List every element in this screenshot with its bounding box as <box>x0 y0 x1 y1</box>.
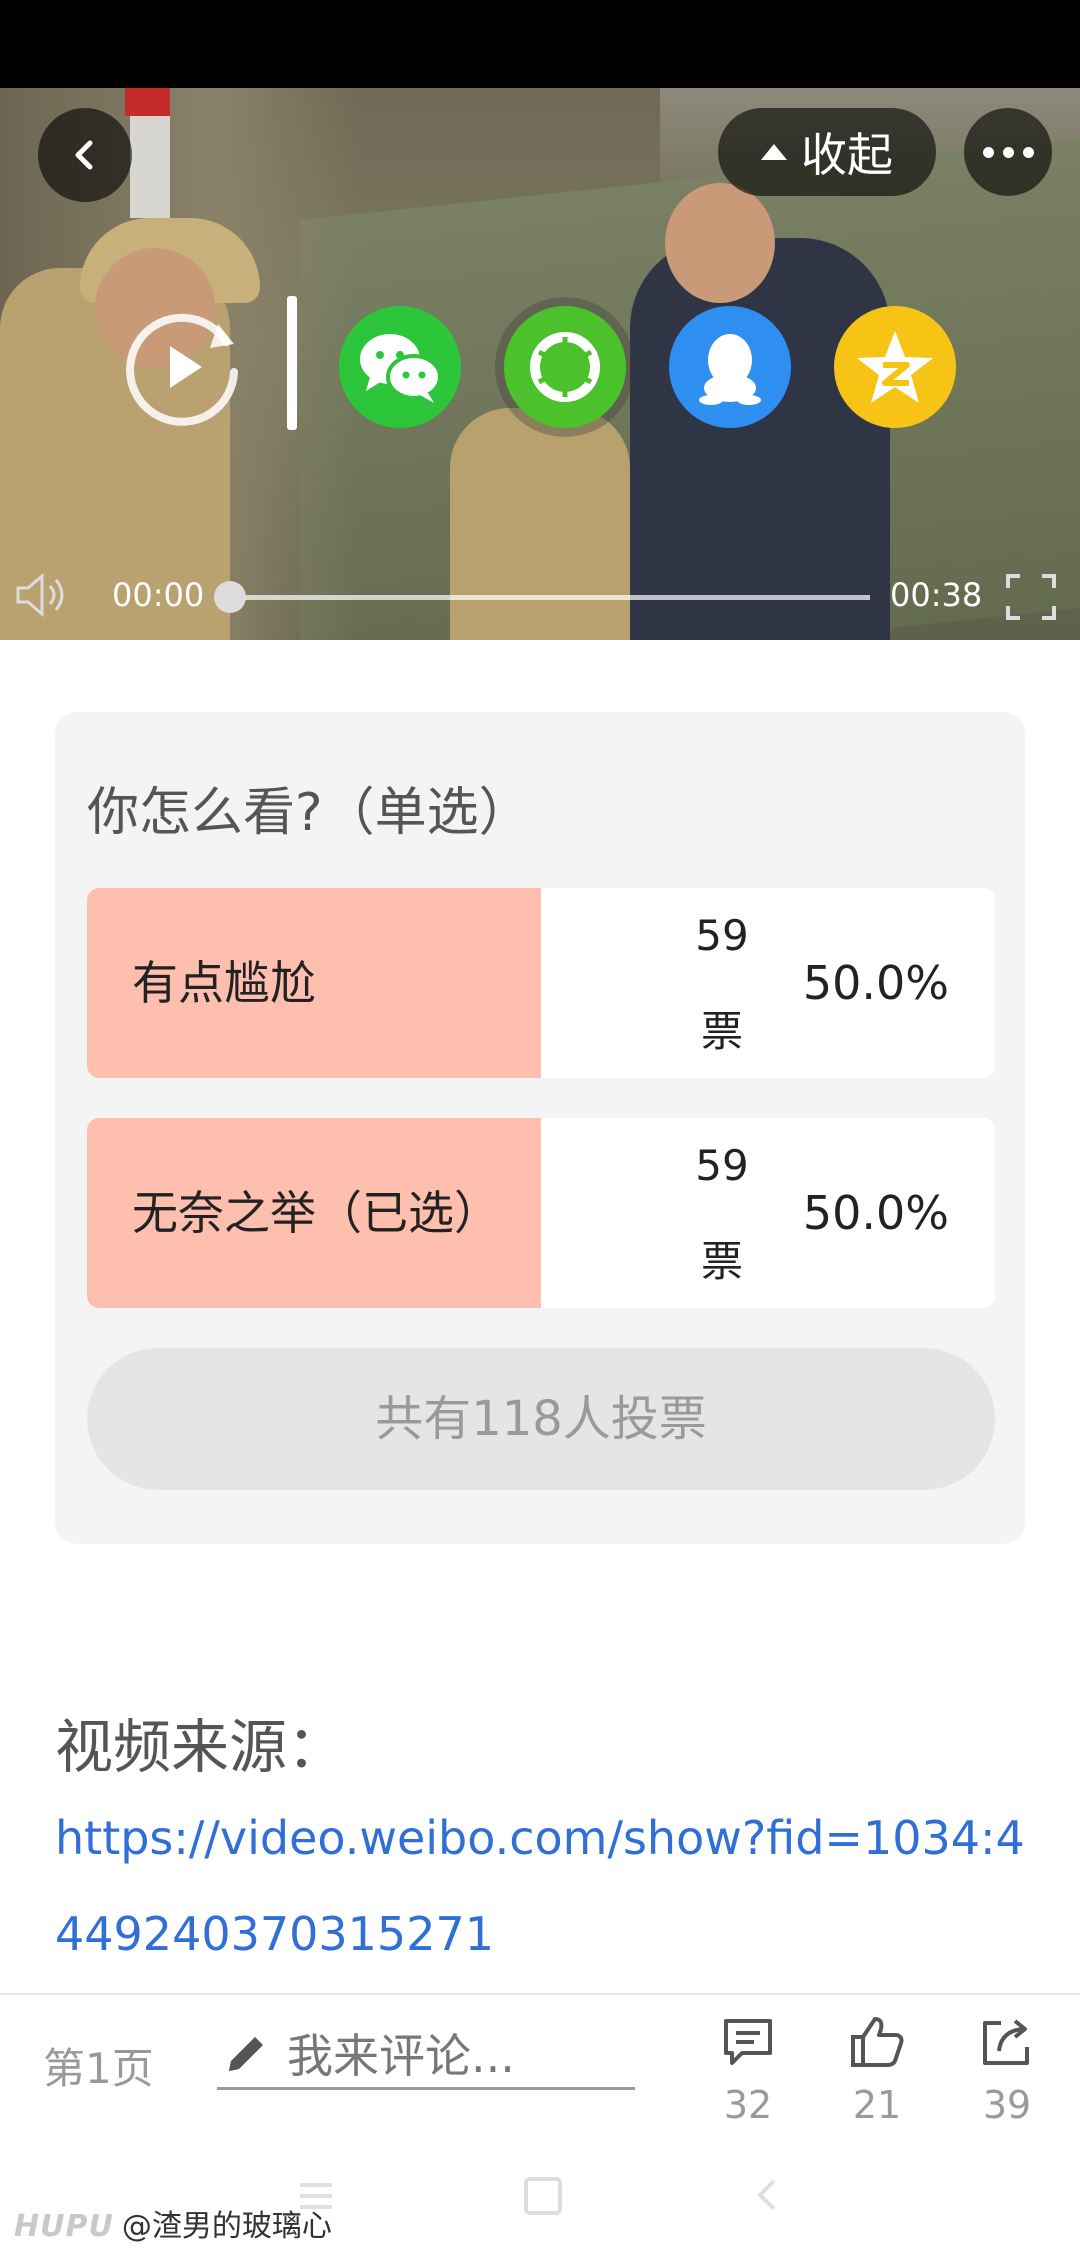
watermark: HUPU @渣男的玻璃心 <box>14 2201 332 2245</box>
fullscreen-icon[interactable] <box>1004 572 1058 622</box>
comment-input[interactable]: 我来评论... <box>217 2025 635 2090</box>
share-divider <box>287 296 297 430</box>
likes-count: 21 <box>852 2083 902 2127</box>
source-title: 视频来源： <box>55 1713 346 1781</box>
poll-total-button[interactable]: 共有118人投票 <box>87 1348 995 1490</box>
comment-icon <box>724 2019 772 2065</box>
poll-option-vote-count: 59 <box>695 911 749 960</box>
status-bar <box>0 0 1080 88</box>
poll-option-votes: 59 票 <box>687 888 757 1078</box>
collapse-label: 收起 <box>801 128 893 182</box>
poll-card: 你怎么看?（单选） 有点尴尬 59 票 50.0% 无奈之举（已选） 59 票 … <box>55 712 1025 1544</box>
poll-option[interactable]: 无奈之举（已选） 59 票 50.0% <box>87 1118 995 1308</box>
wechat-icon <box>360 334 442 403</box>
poll-option-label: 有点尴尬 <box>132 956 316 1010</box>
qq-icon <box>699 334 761 405</box>
chevron-left-icon <box>75 140 93 170</box>
page-indicator[interactable]: 第1页 <box>43 2035 154 2096</box>
watermark-user: @渣男的玻璃心 <box>121 2209 332 2244</box>
triangle-up-icon <box>761 144 787 160</box>
poll-option-percent: 50.0% <box>802 1186 949 1240</box>
thumbs-up-icon <box>851 2017 904 2067</box>
back-nav-icon[interactable] <box>752 2177 782 2213</box>
progress-track[interactable] <box>230 595 870 600</box>
shares-count: 39 <box>982 2083 1032 2127</box>
replay-icon[interactable] <box>118 302 248 432</box>
progress-thumb[interactable] <box>214 581 246 613</box>
video-player[interactable]: 收起 00:00 00:38 <box>0 88 1080 640</box>
comments-button[interactable]: 32 <box>708 2015 788 2127</box>
poll-option-vote-unit: 票 <box>700 1237 743 1286</box>
poll-option-vote-count: 59 <box>695 1141 749 1190</box>
bottom-action-bar: 第1页 我来评论... 32 21 39 <box>0 1993 1080 2145</box>
qzone-icon <box>857 331 933 403</box>
comments-count: 32 <box>723 2083 773 2127</box>
wechat-share-button[interactable] <box>339 306 461 428</box>
watermark-brand: HUPU <box>14 2209 114 2244</box>
poll-option[interactable]: 有点尴尬 59 票 50.0% <box>87 888 995 1078</box>
video-controls: 00:00 00:38 <box>0 550 1080 640</box>
moments-icon <box>530 332 600 402</box>
system-nav-bar: HUPU @渣男的玻璃心 <box>0 2143 1080 2248</box>
source-link[interactable]: https://video.weibo.com/show?fid=1034:44… <box>55 1790 1035 1982</box>
back-button[interactable] <box>38 108 132 202</box>
home-icon[interactable] <box>524 2177 562 2215</box>
poll-option-votes: 59 票 <box>687 1118 757 1308</box>
comment-placeholder: 我来评论... <box>287 2029 515 2083</box>
more-icon <box>982 146 1034 158</box>
moments-share-button[interactable] <box>504 306 626 428</box>
share-icon <box>983 2019 1029 2065</box>
current-time: 00:00 <box>112 576 205 614</box>
poll-option-vote-unit: 票 <box>700 1007 743 1056</box>
volume-icon[interactable] <box>12 570 72 620</box>
more-button[interactable] <box>964 108 1052 196</box>
qzone-share-button[interactable] <box>834 306 956 428</box>
poll-option-label: 无奈之举（已选） <box>132 1186 500 1240</box>
poll-question: 你怎么看?（单选） <box>87 783 531 843</box>
poll-option-percent: 50.0% <box>802 956 949 1010</box>
share-button[interactable]: 39 <box>967 2015 1047 2127</box>
pencil-icon <box>229 2037 263 2071</box>
video-frame-head <box>665 183 775 303</box>
collapse-button[interactable]: 收起 <box>718 108 936 196</box>
qq-share-button[interactable] <box>669 306 791 428</box>
video-frame-flag <box>125 88 170 116</box>
like-button[interactable]: 21 <box>837 2015 917 2127</box>
total-time: 00:38 <box>890 576 983 614</box>
